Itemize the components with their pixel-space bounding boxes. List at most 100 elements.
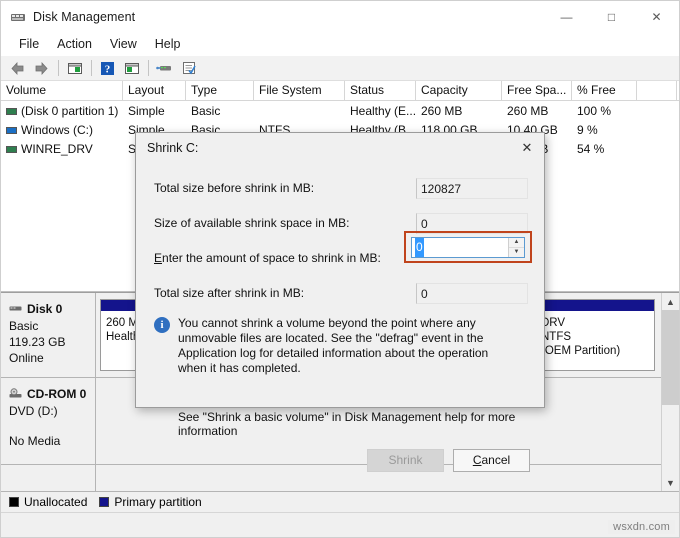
spinner-up-icon[interactable]: ▲ [509, 238, 524, 248]
partition-type: (OEM Partition) [541, 345, 621, 357]
cell-percent-free: 54 % [577, 141, 605, 156]
partition-details: DRV NTFS (OEM Partition) [536, 311, 654, 370]
minimize-button[interactable]: — [544, 1, 589, 32]
column-header-free-space[interactable]: Free Spa... [502, 81, 572, 100]
dialog-close-icon[interactable]: ✕ [510, 133, 544, 163]
label-total-size-after-shrink: Total size after shrink in MB: [154, 286, 305, 300]
partition-header-bar [536, 300, 654, 311]
legend-color-primary-partition [99, 497, 110, 507]
column-header-capacity[interactable]: Capacity [416, 81, 502, 100]
menu-item-view[interactable]: View [101, 35, 146, 53]
label-shrink-amount-rest: nter the amount of space to shrink in MB… [162, 251, 381, 265]
spinner-down-icon[interactable]: ▼ [509, 248, 524, 257]
disk-pane-scrollbar[interactable]: ▲ ▼ [661, 293, 679, 491]
column-header-volume[interactable]: Volume [1, 81, 123, 100]
cell-status: Healthy (E... [350, 103, 416, 118]
label-accelerator: E [154, 251, 163, 265]
legend-item-primary-partition: Primary partition [99, 495, 202, 509]
toolbar-separator [91, 60, 92, 76]
close-button[interactable]: ✕ [634, 1, 679, 32]
disk-info-disk0[interactable]: Disk 0 Basic 119.23 GB Online [1, 293, 96, 377]
cell-capacity: 260 MB [421, 103, 463, 118]
cell-free-space: 260 MB [507, 103, 549, 118]
partition-winre-drv[interactable]: DRV NTFS (OEM Partition) [535, 299, 655, 371]
column-header-blank[interactable] [637, 81, 677, 100]
scrollbar-track[interactable] [662, 310, 679, 474]
table-row[interactable]: (Disk 0 partition 1) Simple Basic Health… [1, 101, 679, 120]
legend: Unallocated Primary partition [1, 491, 679, 512]
label-available-shrink-space: Size of available shrink space in MB: [154, 216, 350, 230]
menu-item-file[interactable]: File [10, 35, 48, 53]
forward-icon[interactable] [30, 58, 53, 79]
menu-bar: File Action View Help [1, 32, 679, 56]
toolbar-separator [148, 60, 149, 76]
cancel-label-rest: ancel [481, 453, 511, 467]
scroll-down-arrow-icon[interactable]: ▼ [662, 474, 679, 491]
legend-label-unallocated: Unallocated [24, 495, 88, 509]
legend-color-unallocated [9, 497, 19, 507]
cdrom-icon [9, 388, 23, 400]
disk-management-window: Disk Management — □ ✕ File Action View H… [0, 0, 680, 538]
shrink-amount-value: 0 [415, 237, 424, 257]
legend-item-unallocated: Unallocated [9, 495, 87, 509]
cdrom-name: CD-ROM 0 [27, 387, 87, 401]
cell-type: Basic [191, 103, 221, 118]
shrink-amount-input[interactable]: 0 [412, 237, 508, 257]
cell-percent-free: 100 % [577, 103, 612, 118]
disk-status: Online [9, 351, 44, 365]
show-hide-console-tree-icon[interactable] [63, 58, 86, 79]
maximize-button[interactable]: □ [589, 1, 634, 32]
help-icon[interactable]: ? [96, 58, 119, 79]
volume-color-swatch [6, 145, 17, 153]
show-hide-action-pane-icon[interactable] [120, 58, 143, 79]
cell-layout: Simple [128, 103, 165, 118]
label-shrink-amount: Enter the amount of space to shrink in M… [154, 251, 416, 265]
disk-pane-filler-label [1, 465, 96, 491]
column-header-percent-free[interactable]: % Free [572, 81, 637, 100]
shrink-button[interactable]: Shrink [367, 448, 444, 472]
svg-text:?: ? [105, 63, 111, 75]
cell-volume: (Disk 0 partition 1) [1, 104, 123, 118]
value-total-size-before-shrink: 120827 [416, 177, 528, 199]
toolbar-separator [58, 60, 59, 76]
shrink-amount-spinner[interactable]: 0 ▲ ▼ [411, 236, 525, 258]
disk-info-cdrom0[interactable]: CD-ROM 0 DVD (D:) No Media [1, 378, 96, 464]
info-message-text: You cannot shrink a volume beyond the po… [178, 316, 489, 375]
spinner-buttons[interactable]: ▲ ▼ [508, 237, 524, 257]
scroll-up-arrow-icon[interactable]: ▲ [662, 293, 679, 310]
partition-fs: NTFS [541, 331, 572, 343]
disk-type: Basic [9, 319, 39, 333]
cdrom-drive-letter: DVD (D:) [9, 404, 58, 418]
menu-item-action[interactable]: Action [48, 35, 101, 53]
rescan-disks-icon[interactable] [153, 58, 176, 79]
column-header-type[interactable]: Type [186, 81, 254, 100]
cell-volume-text: Windows (C:) [21, 122, 94, 137]
cdrom-status: No Media [9, 434, 61, 448]
window-controls: — □ ✕ [544, 1, 679, 32]
field-total-size-before-shrink: Total size before shrink in MB: 120827 [154, 176, 528, 200]
volume-color-swatch [6, 107, 17, 115]
partition-name: DRV [541, 317, 566, 329]
cell-volume: WINRE_DRV [1, 142, 123, 156]
status-bar [1, 512, 679, 537]
dialog-footer: Shrink Cancel [136, 438, 544, 482]
column-header-file-system[interactable]: File System [254, 81, 345, 100]
menu-item-help[interactable]: Help [146, 35, 190, 53]
column-header-status[interactable]: Status [345, 81, 416, 100]
shrink-amount-highlight-box: 0 ▲ ▼ [404, 231, 532, 263]
disk-management-icon [10, 9, 26, 25]
column-header-layout[interactable]: Layout [123, 81, 186, 100]
cell-volume: Windows (C:) [1, 123, 123, 137]
dialog-help-text: See "Shrink a basic volume" in Disk Mana… [178, 410, 516, 438]
dialog-title: Shrink C: [147, 141, 199, 155]
shrink-dialog: Shrink C: ✕ Total size before shrink in … [135, 132, 545, 472]
disk-size: 119.23 GB [9, 335, 66, 349]
dialog-body: Total size before shrink in MB: 120827 S… [136, 163, 544, 438]
back-icon[interactable] [6, 58, 29, 79]
volume-color-swatch [6, 126, 17, 134]
scrollbar-thumb[interactable] [662, 310, 679, 405]
cancel-button[interactable]: Cancel [453, 448, 530, 472]
info-icon: i [154, 317, 170, 333]
properties-icon[interactable] [177, 58, 200, 79]
toolbar: ? [1, 56, 679, 81]
